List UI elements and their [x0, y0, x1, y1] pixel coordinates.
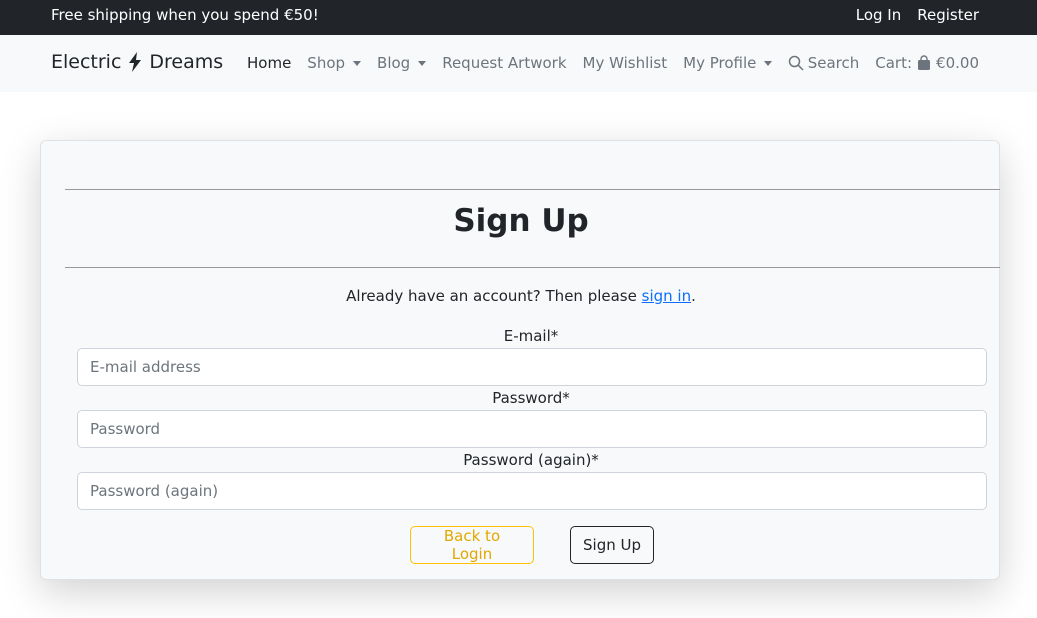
email-label: E-mail*	[503, 327, 559, 345]
register-link[interactable]: Register	[917, 6, 979, 24]
top-announcement-bar: Free shipping when you spend €50! Log In…	[0, 0, 1037, 35]
brand-text-left: Electric	[51, 51, 122, 73]
signup-card: Sign Up Already have an account? Then pl…	[40, 140, 1000, 580]
nav-right-tools: Search Cart: €0.00	[788, 54, 979, 72]
sign-up-button[interactable]: Sign Up	[570, 526, 654, 564]
email-field[interactable]	[77, 348, 987, 386]
nav-item-label: Request Artwork	[442, 54, 567, 72]
nav-menu: Home Shop Blog Request Artwork My Wishli…	[247, 54, 788, 72]
brand-text-right: Dreams	[149, 51, 224, 73]
search-label: Search	[807, 54, 860, 72]
nav-item-my-profile[interactable]: My Profile	[683, 54, 773, 72]
password-field[interactable]	[77, 410, 987, 448]
password-again-field[interactable]	[77, 472, 987, 510]
nav-item-home[interactable]: Home	[247, 54, 291, 72]
free-shipping-banner: Free shipping when you spend €50!	[51, 6, 319, 24]
nav-item-request-artwork[interactable]: Request Artwork	[442, 54, 566, 72]
password-again-label: Password (again)*	[463, 451, 599, 469]
password-label: Password*	[492, 389, 570, 407]
shopping-bag-icon	[918, 55, 931, 70]
nav-item-label: Blog	[377, 54, 411, 72]
nav-item-label: Home	[247, 54, 292, 72]
sign-in-link[interactable]: sign in	[642, 287, 691, 305]
caret-down-icon	[764, 60, 773, 66]
nav-item-blog[interactable]: Blog	[377, 54, 427, 72]
nav-item-label: My Profile	[683, 54, 757, 72]
login-link[interactable]: Log In	[856, 6, 902, 24]
brand-logo[interactable]: Electric Dreams	[51, 51, 223, 73]
caret-down-icon	[353, 60, 362, 66]
divider-top	[65, 189, 1000, 190]
nav-item-label: Shop	[307, 54, 346, 72]
cart-button[interactable]: Cart: €0.00	[875, 54, 979, 72]
caret-down-icon	[418, 60, 427, 66]
auth-links: Log In Register	[856, 6, 979, 24]
main-navbar: Electric Dreams Home Shop Blog Request A…	[0, 35, 1037, 92]
page-title: Sign Up	[453, 203, 589, 239]
cart-label: Cart:	[875, 54, 913, 72]
cart-total: €0.00	[936, 54, 979, 72]
lightning-bolt-icon	[129, 52, 142, 72]
search-button[interactable]: Search	[788, 54, 860, 72]
already-account-text: Already have an account? Then please sig…	[41, 287, 1001, 305]
already-text: Already have an account? Then please	[346, 287, 642, 305]
search-icon	[788, 55, 804, 71]
divider-bottom	[65, 267, 1000, 268]
nav-item-shop[interactable]: Shop	[307, 54, 362, 72]
nav-item-label: My Wishlist	[582, 54, 668, 72]
back-to-login-button[interactable]: Back to Login	[410, 526, 534, 564]
period-text: .	[691, 287, 696, 305]
nav-item-wishlist[interactable]: My Wishlist	[583, 54, 668, 72]
